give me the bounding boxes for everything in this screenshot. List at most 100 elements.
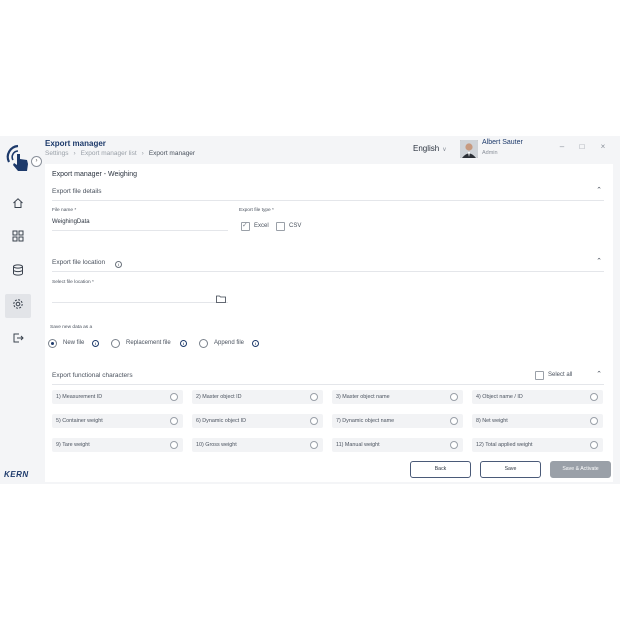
- touch-logo-icon: [3, 140, 33, 174]
- functional-character-label: 12) Total applied weight: [476, 442, 533, 448]
- chevron-up-icon[interactable]: ⌃: [596, 370, 602, 378]
- close-button[interactable]: ×: [597, 142, 609, 151]
- functional-character-item[interactable]: 12) Total applied weight: [472, 438, 603, 452]
- excel-checkbox[interactable]: [241, 221, 250, 231]
- functional-character-label: 9) Tare weight: [56, 442, 90, 448]
- functional-character-label: 1) Measurement ID: [56, 394, 103, 400]
- sidebar-item-settings[interactable]: [5, 294, 31, 318]
- info-icon[interactable]: i: [92, 340, 99, 347]
- replacement-file-radio[interactable]: [111, 339, 120, 348]
- sidebar-item-dashboard[interactable]: [5, 226, 31, 250]
- avatar[interactable]: [460, 140, 478, 158]
- new-file-label: New file: [63, 340, 85, 346]
- file-name-underline: [52, 230, 228, 231]
- user-role: Admin: [482, 150, 498, 156]
- section-title: Export file details: [52, 188, 102, 195]
- section-title: Export file location: [52, 259, 106, 266]
- breadcrumb-item-current: Export manager: [148, 150, 196, 157]
- breadcrumb-item-export-list[interactable]: Export manager list: [81, 150, 137, 157]
- functional-character-radio[interactable]: [170, 417, 178, 425]
- select-all-label: Select all: [548, 372, 573, 378]
- export-manager-panel: Export manager - Weighing Export file de…: [45, 164, 613, 482]
- home-icon: [12, 196, 24, 214]
- functional-character-label: 11) Manual weight: [336, 442, 380, 448]
- save-button[interactable]: Save: [480, 461, 541, 478]
- dashboard-icon: [12, 229, 24, 247]
- panel-title: Export manager - Weighing: [52, 171, 138, 178]
- language-selector[interactable]: English ∨: [413, 144, 447, 153]
- csv-checkbox[interactable]: [276, 222, 285, 231]
- kern-brand-logo: KERN: [4, 470, 29, 479]
- user-name: Albert Sauter: [482, 139, 523, 146]
- section-file-location[interactable]: Export file location i ⌃: [52, 257, 604, 272]
- functional-character-item[interactable]: 1) Measurement ID: [52, 390, 183, 404]
- excel-option-label: Excel: [254, 223, 269, 229]
- functional-character-item[interactable]: 3) Master object name: [332, 390, 463, 404]
- section-title: Export functional characters: [52, 372, 133, 379]
- functional-character-item[interactable]: 10) Gross weight: [192, 438, 323, 452]
- functional-character-radio[interactable]: [450, 393, 458, 401]
- back-button[interactable]: Back: [410, 461, 471, 478]
- functional-character-item[interactable]: 8) Net weight: [472, 414, 603, 428]
- functional-character-item[interactable]: 2) Master object ID: [192, 390, 323, 404]
- section-functional-characters[interactable]: Export functional characters Select all …: [52, 370, 604, 385]
- file-type-label: Export file type *: [239, 208, 274, 213]
- functional-character-item[interactable]: 4) Object name / ID: [472, 390, 603, 404]
- functional-character-radio[interactable]: [590, 393, 598, 401]
- breadcrumb-item-settings[interactable]: Settings: [45, 150, 69, 157]
- append-file-radio[interactable]: [199, 339, 208, 348]
- functional-character-item[interactable]: 6) Dynamic object ID: [192, 414, 323, 428]
- app-window: › KERN Export manager Settings › Export …: [0, 136, 620, 484]
- functional-character-radio[interactable]: [310, 393, 318, 401]
- sidebar-item-logout[interactable]: [5, 328, 31, 352]
- chevron-up-icon[interactable]: ⌃: [596, 257, 602, 265]
- sidebar-item-home[interactable]: [5, 193, 31, 217]
- chevron-up-icon[interactable]: ⌃: [596, 186, 602, 194]
- chevron-down-icon: ∨: [442, 147, 447, 153]
- functional-character-item[interactable]: 11) Manual weight: [332, 438, 463, 452]
- logout-icon: [12, 331, 24, 349]
- functional-character-label: 2) Master object ID: [196, 394, 242, 400]
- functional-character-label: 7) Dynamic object name: [336, 418, 395, 424]
- minimize-button[interactable]: –: [556, 142, 568, 151]
- save-activate-button[interactable]: Save & Activate: [550, 461, 611, 478]
- functional-character-radio[interactable]: [170, 441, 178, 449]
- functional-character-radio[interactable]: [310, 441, 318, 449]
- functional-character-radio[interactable]: [590, 417, 598, 425]
- file-name-label: File name *: [52, 208, 77, 213]
- functional-character-item[interactable]: 5) Container weight: [52, 414, 183, 428]
- new-file-radio[interactable]: [48, 339, 57, 348]
- functional-character-label: 8) Net weight: [476, 418, 508, 424]
- csv-option-label: CSV: [289, 223, 302, 229]
- breadcrumb: Settings › Export manager list › Export mana…: [45, 150, 195, 157]
- functional-character-item[interactable]: 7) Dynamic object name: [332, 414, 463, 428]
- functional-character-label: 5) Container weight: [56, 418, 103, 424]
- file-name-input[interactable]: WeighingData: [52, 219, 90, 225]
- replacement-file-label: Replacement file: [126, 340, 171, 346]
- chevron-right-icon: ›: [73, 150, 76, 157]
- functional-character-radio[interactable]: [590, 441, 598, 449]
- page-title: Export manager: [45, 139, 106, 148]
- functional-character-radio[interactable]: [310, 417, 318, 425]
- functional-character-radio[interactable]: [170, 393, 178, 401]
- functional-character-radio[interactable]: [450, 417, 458, 425]
- info-icon[interactable]: i: [115, 261, 122, 268]
- functional-character-radio[interactable]: [450, 441, 458, 449]
- database-icon: [12, 263, 24, 281]
- functional-character-label: 4) Object name / ID: [476, 394, 523, 400]
- section-file-details[interactable]: Export file details ⌃: [52, 186, 604, 201]
- sidebar-item-database[interactable]: [5, 260, 31, 284]
- functional-character-item[interactable]: 9) Tare weight: [52, 438, 183, 452]
- functional-character-label: 3) Master object name: [336, 394, 390, 400]
- chevron-right-icon: ›: [141, 150, 144, 157]
- info-icon[interactable]: i: [252, 340, 259, 347]
- sidebar: › KERN: [0, 136, 42, 484]
- language-value: English: [413, 144, 440, 153]
- select-all-checkbox[interactable]: [535, 371, 544, 380]
- folder-icon[interactable]: [216, 290, 226, 308]
- gear-icon: [12, 297, 24, 315]
- functional-character-label: 10) Gross weight: [196, 442, 237, 448]
- maximize-button[interactable]: □: [576, 142, 588, 151]
- info-icon[interactable]: i: [180, 340, 187, 347]
- append-file-label: Append file: [214, 340, 245, 346]
